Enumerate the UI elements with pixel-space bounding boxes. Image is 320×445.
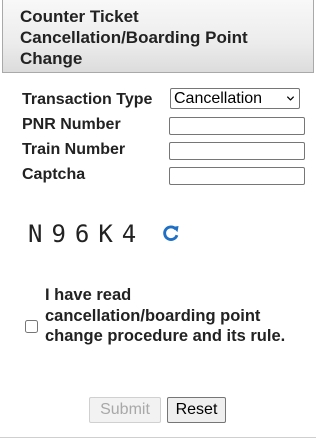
captcha-row: Captcha [22,165,306,187]
transaction-type-selected: Cancellation [174,90,263,107]
captcha-input[interactable] [169,167,305,185]
pnr-number-label: PNR Number [22,116,121,133]
transaction-type-select[interactable]: Cancellation [170,88,300,109]
agreement-text: I have read cancellation/boarding point … [45,286,286,345]
page-title: Counter Ticket Cancellation/Boarding Poi… [20,7,248,68]
agreement-checkbox[interactable] [25,320,38,333]
pnr-number-input[interactable] [169,117,305,135]
transaction-type-row: Transaction Type Cancellation [22,88,306,110]
refresh-icon[interactable] [162,224,180,242]
captcha-code-text: N96K4 [28,220,146,248]
reset-button[interactable]: Reset [167,397,226,423]
transaction-type-label: Transaction Type [22,91,153,108]
captcha-code: N96K4 [28,220,145,248]
train-number-row: Train Number [22,140,306,162]
bottom-divider [0,437,316,438]
train-number-label: Train Number [22,141,126,158]
captcha-label: Captcha [22,166,86,183]
pnr-number-row: PNR Number [22,115,306,137]
page-header: Counter Ticket Cancellation/Boarding Poi… [2,0,314,73]
captcha-image: N96K4 [28,218,228,250]
chevron-down-icon [287,96,294,101]
agreement-block: I have read cancellation/boarding point … [24,285,294,375]
submit-button[interactable]: Submit [89,397,161,423]
train-number-input[interactable] [169,142,305,160]
